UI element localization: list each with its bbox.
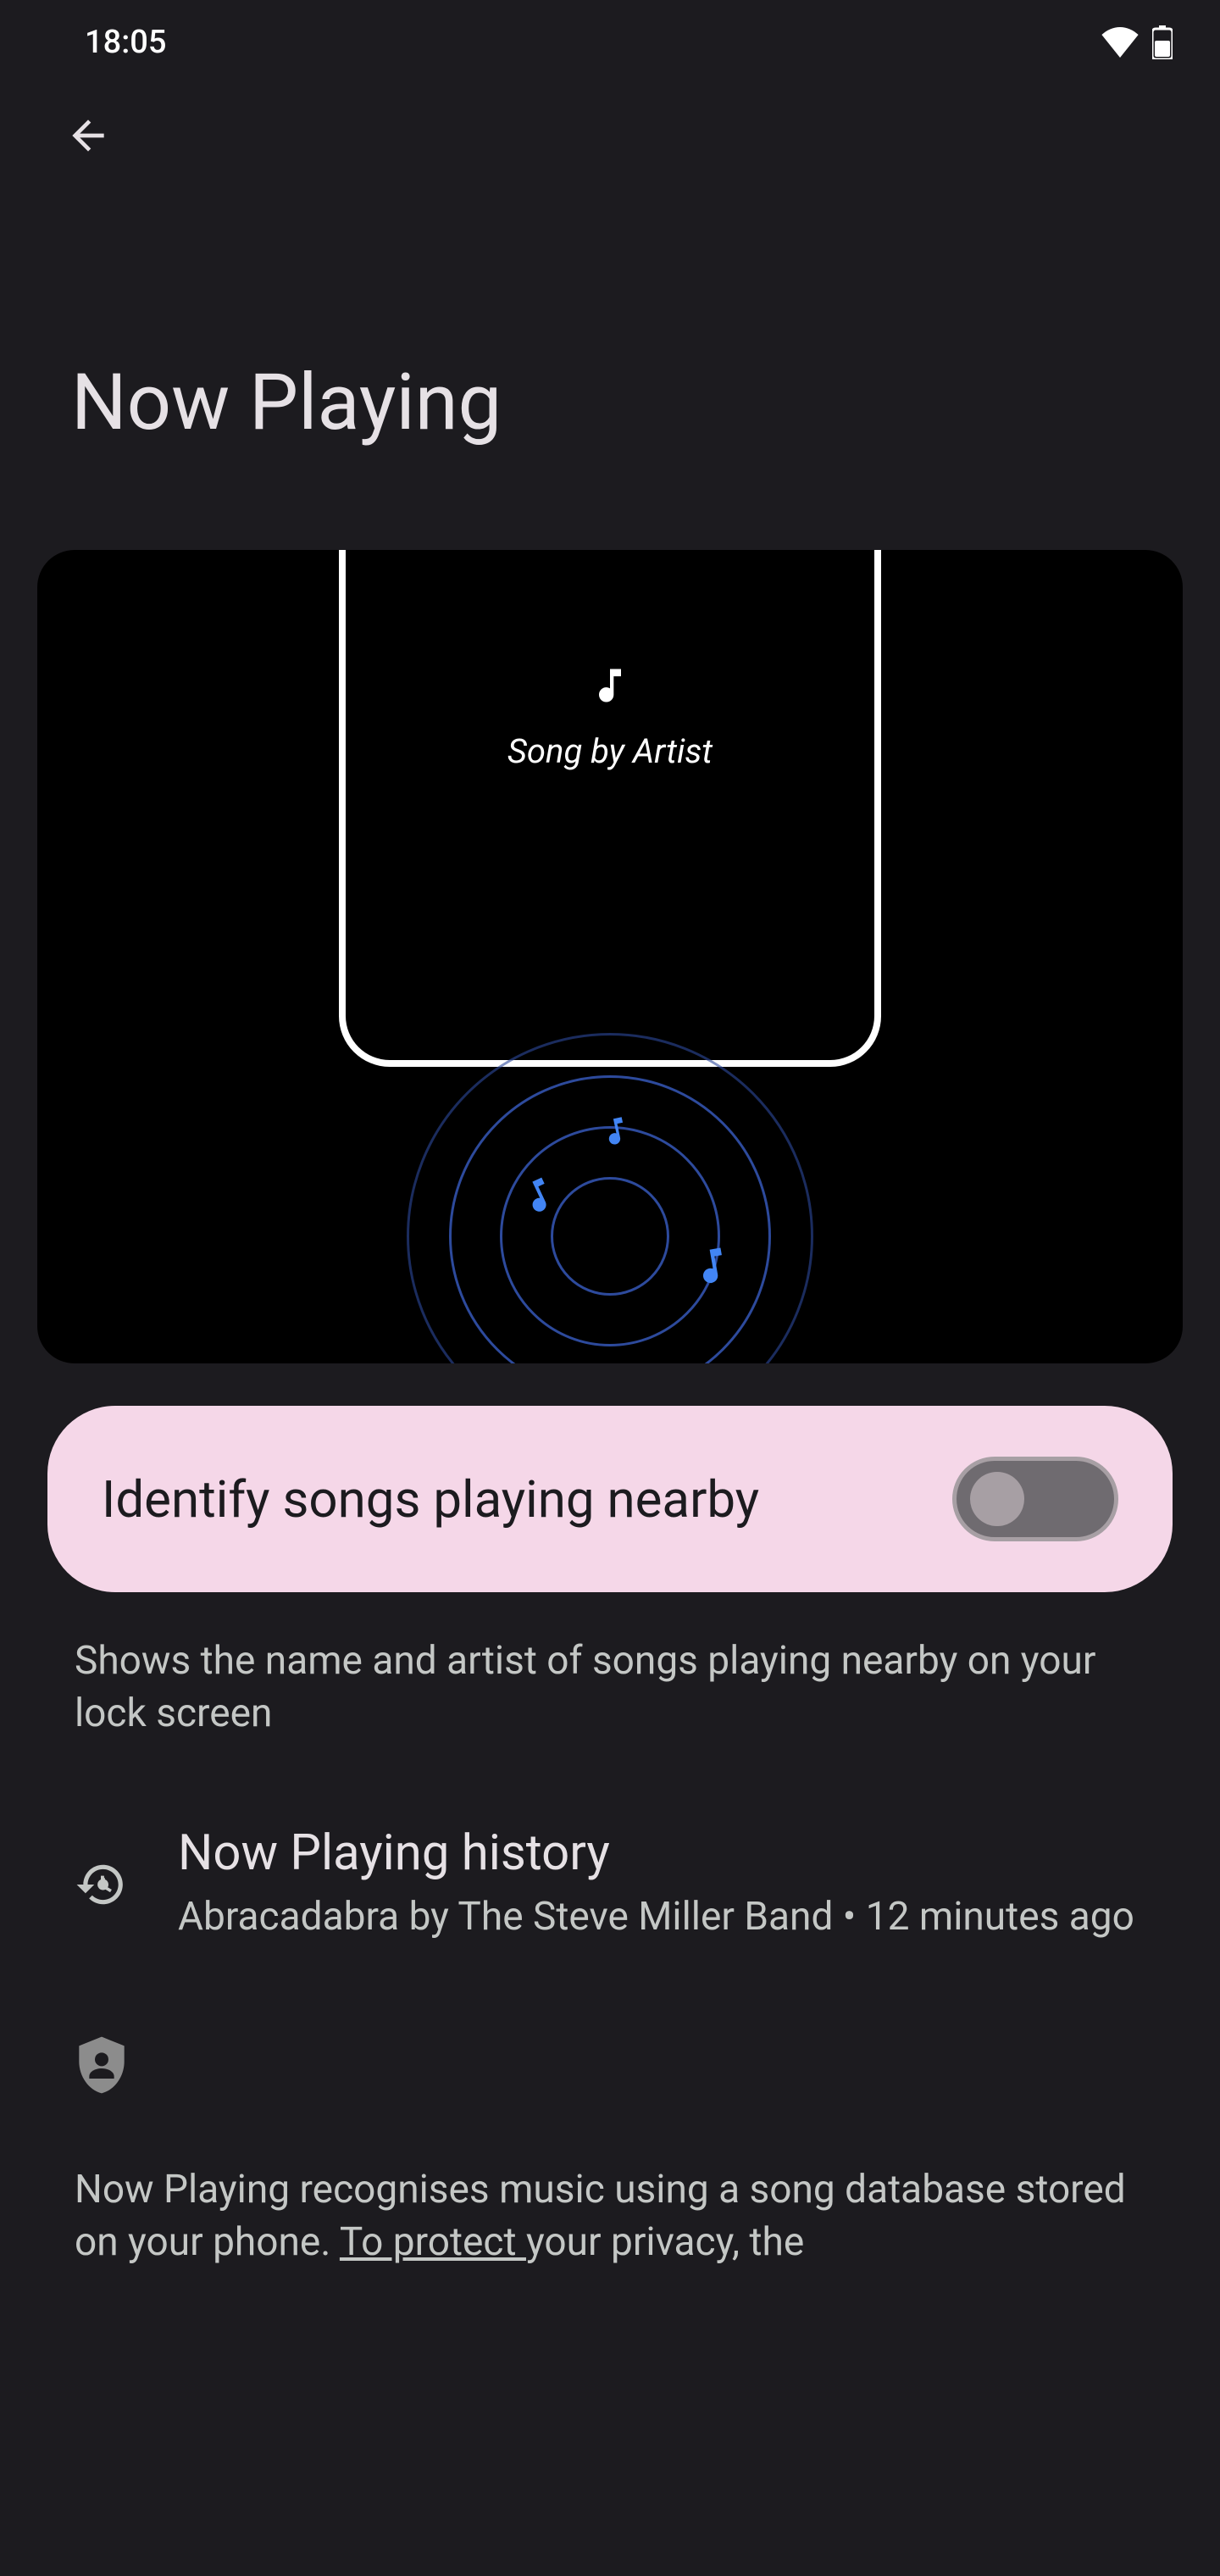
music-note-icon [588,660,632,711]
status-bar: 18:05 [0,0,1220,78]
back-button[interactable] [0,78,1220,163]
battery-icon [1152,25,1173,59]
phone-frame-illustration: Song by Artist [339,550,881,1067]
song-label: Song by Artist [507,731,713,771]
privacy-text: Now Playing recognises music using a son… [75,2163,1145,2268]
identify-songs-label: Identify songs playing nearby [102,1469,759,1530]
arrow-back-icon [64,112,112,159]
identify-songs-switch[interactable] [952,1457,1118,1541]
page-title: Now Playing [0,163,1220,516]
music-note-blue-icon [686,1237,739,1295]
hero-illustration: Song by Artist [37,550,1183,1363]
feature-description: Shows the name and artist of songs playi… [0,1635,1220,1740]
history-title: Now Playing history [178,1824,1145,1882]
privacy-link[interactable]: To protect [340,2219,526,2265]
identify-songs-toggle-row[interactable]: Identify songs playing nearby [47,1406,1173,1592]
status-icons [1101,25,1173,59]
history-item[interactable]: Now Playing history Abracadabra by The S… [0,1740,1220,1977]
history-icon [75,1858,127,1911]
privacy-shield-icon [75,2036,129,2101]
privacy-section: Now Playing recognises music using a son… [0,1977,1220,2268]
wifi-icon [1101,27,1139,58]
history-subtitle: Abracadabra by The Steve Miller Band • 1… [178,1890,1145,1943]
status-time: 18:05 [85,24,166,61]
